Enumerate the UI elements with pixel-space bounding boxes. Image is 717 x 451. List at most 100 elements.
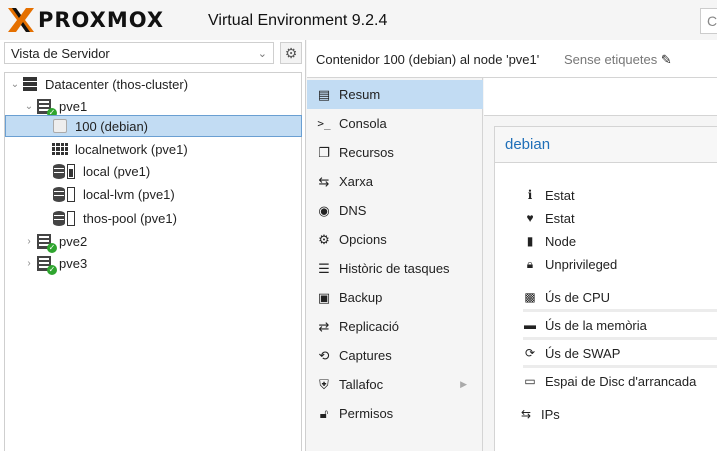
menu-item-backup[interactable]: ▣ Backup xyxy=(307,283,483,312)
menu-item-captures[interactable]: ⟲ Captures xyxy=(307,341,483,370)
gear-icon: ⚙ xyxy=(284,45,298,61)
resource-tree: ⌄ Datacenter (thos-cluster) ⌄ ✓ pve1 100… xyxy=(4,72,302,451)
page-title: Contenidor 100 (debian) al node 'pve1' xyxy=(316,52,540,67)
tags-text: Sense etiquetes xyxy=(564,52,658,67)
lock-icon: 🔒︎ xyxy=(526,256,534,271)
tags-label[interactable]: Sense etiquetes ✎ xyxy=(564,52,672,68)
summary-content: debian i Estat ♥ Estat ▮ Node 🔒︎ Unprivi… xyxy=(484,78,717,451)
menu-item-dns[interactable]: ◉ DNS xyxy=(307,196,483,225)
tree-node-pve2[interactable]: › ✓ pve2 xyxy=(23,230,88,253)
row-memory: ▬ Ús de la memòria xyxy=(523,315,647,335)
tree-node-thos-pool[interactable]: thos-pool (pve1) xyxy=(51,207,177,229)
chevron-down-icon: ⌄ xyxy=(257,48,267,60)
menu-item-resum[interactable]: ▤ Resum xyxy=(307,80,483,109)
menu-item-label: Consola xyxy=(339,116,387,131)
row-status: i Estat xyxy=(523,185,575,205)
menu-item-label: Replicació xyxy=(339,319,399,334)
pencil-icon[interactable]: ✎ xyxy=(661,52,672,67)
exchange-icon: ⇆ xyxy=(318,173,330,189)
chevron-right-icon[interactable]: › xyxy=(23,236,35,247)
tree-node-label: pve1 xyxy=(59,98,88,114)
menu-item-historic[interactable]: ☰ Històric de tasques xyxy=(307,254,483,283)
gear-icon: ⚙ xyxy=(318,231,330,247)
retweet-icon: ⇄ xyxy=(318,318,330,334)
storage-icon xyxy=(51,162,77,180)
menu-item-label: Backup xyxy=(339,290,383,305)
row-label: Estat xyxy=(545,187,575,203)
row-cpu: ▩ Ús de CPU xyxy=(523,287,610,307)
menu-item-label: Captures xyxy=(339,348,392,363)
menu-item-label: Resum xyxy=(339,87,381,102)
menu-item-label: DNS xyxy=(339,203,367,218)
view-select[interactable]: Vista de Servidor ⌄ xyxy=(4,42,274,64)
row-unprivileged: 🔒︎ Unprivileged xyxy=(523,254,617,274)
chevron-right-icon[interactable]: › xyxy=(23,258,35,269)
row-label: Node xyxy=(545,233,577,249)
menu-item-label: Opcions xyxy=(339,232,387,247)
search-input[interactable]: C xyxy=(700,8,717,34)
container-icon xyxy=(51,117,69,135)
tree-node-local-lvm[interactable]: local-lvm (pve1) xyxy=(51,183,175,205)
cpu-usage-bar xyxy=(523,309,717,312)
row-label: Ús de la memòria xyxy=(545,317,647,333)
memory-usage-bar xyxy=(523,337,717,340)
row-swap: ⟳ Ús de SWAP xyxy=(523,343,620,363)
menu-item-label: Recursos xyxy=(339,145,394,160)
summary-panel: debian i Estat ♥ Estat ▮ Node 🔒︎ Unprivi… xyxy=(494,126,717,451)
row-label: Espai de Disc d'arrancada xyxy=(545,373,697,389)
tree-node-label: localnetwork (pve1) xyxy=(75,141,188,157)
datacenter-icon xyxy=(21,75,39,93)
menu-item-opcions[interactable]: ⚙ Opcions xyxy=(307,225,483,254)
memory-icon: ▬ xyxy=(524,318,536,332)
tree-node-label: pve2 xyxy=(59,233,88,249)
swap-usage-bar xyxy=(523,365,717,368)
row-label: Estat xyxy=(545,210,575,226)
floppy-icon: ▣ xyxy=(317,289,331,305)
tree-settings-button[interactable]: ⚙ xyxy=(280,42,302,64)
refresh-icon: ⟳ xyxy=(524,346,536,360)
proxmox-logo[interactable]: PROXMOX xyxy=(6,6,164,34)
heartbeat-icon: ♥ xyxy=(526,211,534,225)
server-online-icon: ✓ xyxy=(35,232,57,253)
storage-icon xyxy=(51,209,77,227)
tree-node-pve1[interactable]: ⌄ ✓ pve1 xyxy=(23,95,88,118)
chevron-down-icon[interactable]: ⌄ xyxy=(9,79,21,90)
chevron-down-icon[interactable]: ⌄ xyxy=(23,101,35,112)
tree-node-pve3[interactable]: › ✓ pve3 xyxy=(23,252,87,275)
building-icon: ▮ xyxy=(526,234,534,248)
menu-item-replicacio[interactable]: ⇄ Replicació xyxy=(307,312,483,341)
row-ha-status: ♥ Estat xyxy=(523,208,575,228)
terminal-icon: >_ xyxy=(317,117,331,130)
tree-node-label: 100 (debian) xyxy=(75,118,148,134)
view-select-value: Vista de Servidor xyxy=(11,46,110,61)
panel-title: debian xyxy=(495,127,717,163)
list-icon: ☰ xyxy=(318,260,330,276)
menu-item-permisos[interactable]: 🔓︎ Permisos xyxy=(307,399,483,428)
proxmox-x-logo-icon xyxy=(8,8,34,32)
menu-item-xarxa[interactable]: ⇆ Xarxa xyxy=(307,167,483,196)
menu-item-tallafoc[interactable]: ⛨ Tallafoc ▶ xyxy=(307,370,483,399)
shield-icon: ⛨ xyxy=(319,376,329,392)
menu-item-recursos[interactable]: ❐ Recursos xyxy=(307,138,483,167)
tree-node-label: local-lvm (pve1) xyxy=(83,186,175,202)
row-label: Ús de SWAP xyxy=(545,345,621,361)
row-ips: ⇆ IPs xyxy=(519,404,560,424)
tree-node-ct100[interactable]: 100 (debian) xyxy=(5,115,302,137)
content-toolbar xyxy=(484,78,717,116)
brand-name: PROXMOX xyxy=(38,8,165,32)
menu-item-consola[interactable]: >_ Consola xyxy=(307,109,483,138)
tree-node-localnetwork[interactable]: localnetwork (pve1) xyxy=(51,138,188,160)
cpu-icon: ▩ xyxy=(524,290,536,304)
tree-node-datacenter[interactable]: ⌄ Datacenter (thos-cluster) xyxy=(9,73,188,95)
row-label: Unprivileged xyxy=(545,256,618,272)
history-icon: ⟲ xyxy=(318,347,330,363)
menu-item-label: Tallafoc xyxy=(339,377,384,392)
cube-icon: ❐ xyxy=(318,144,330,160)
resource-tree-panel: Vista de Servidor ⌄ ⚙ ⌄ Datacenter (thos… xyxy=(0,40,306,451)
menu-item-label: Permisos xyxy=(339,406,394,421)
header: PROXMOX Virtual Environment 9.2.4 C xyxy=(0,0,717,40)
tree-node-label: thos-pool (pve1) xyxy=(83,210,177,226)
container-menu: ▤ Resum >_ Consola ❐ Recursos ⇆ Xarxa ◉ … xyxy=(307,78,483,451)
tree-node-local[interactable]: local (pve1) xyxy=(51,160,150,182)
menu-item-label: Històric de tasques xyxy=(339,261,450,276)
